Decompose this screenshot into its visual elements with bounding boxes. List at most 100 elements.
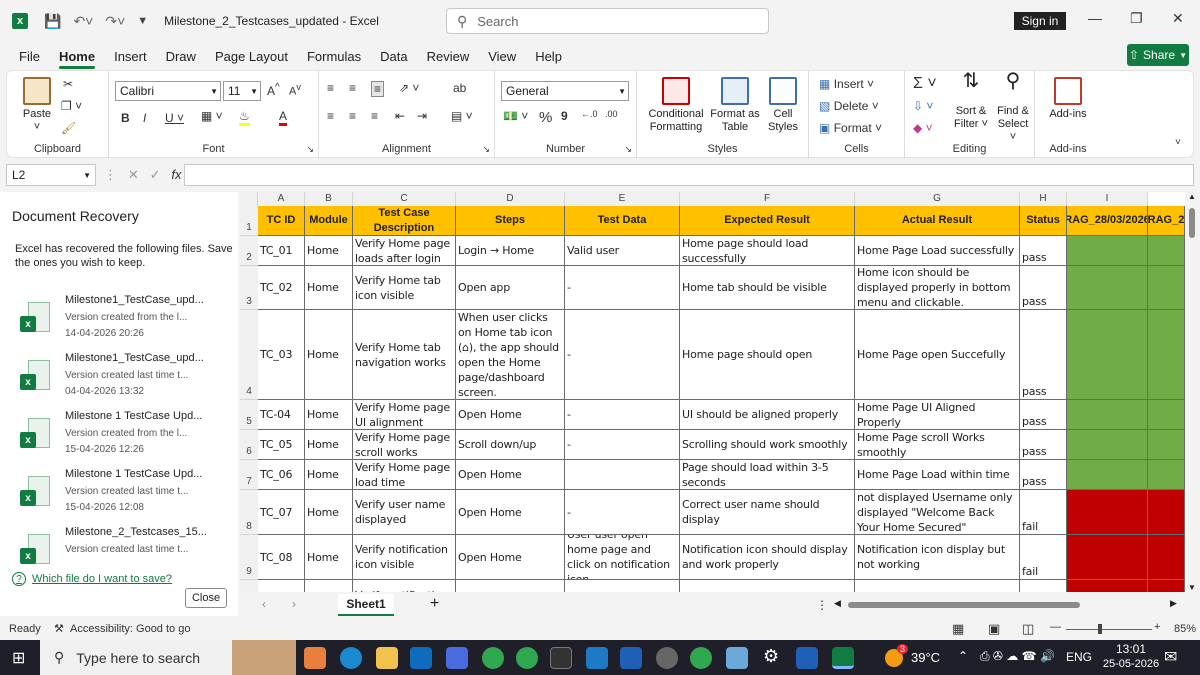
column-header[interactable]: I — [1067, 192, 1148, 206]
undo-icon[interactable]: ↶˅ — [73, 13, 93, 30]
insert-function-icon[interactable]: fx — [171, 167, 181, 182]
chrome-profile-icon[interactable] — [516, 647, 538, 669]
select-all-corner[interactable] — [240, 192, 258, 206]
close-window-icon[interactable]: ✕ — [1172, 10, 1184, 27]
font-color-icon[interactable]: A — [279, 109, 288, 126]
comma-style-icon[interactable]: 9 — [561, 109, 568, 123]
table-cell[interactable]: Verify Home page UI alignment — [353, 400, 456, 430]
rag-cell[interactable] — [1067, 460, 1148, 490]
tab-file[interactable]: File — [19, 42, 40, 70]
table-cell[interactable]: TC_06 — [258, 460, 305, 490]
table-cell[interactable] — [565, 580, 680, 592]
decrease-font-icon[interactable]: Av — [289, 82, 301, 98]
rag-cell[interactable] — [1067, 400, 1148, 430]
table-cell[interactable]: Verify Home tab icon visible — [353, 266, 456, 310]
table-cell[interactable]: TC-04 — [258, 400, 305, 430]
number-format-select[interactable]: General ▼ — [501, 81, 629, 101]
sheet-tab[interactable]: Sheet1 — [338, 594, 394, 616]
column-header[interactable]: F — [680, 192, 855, 206]
table-cell[interactable]: UI should be aligned properly — [680, 400, 855, 430]
table-cell[interactable]: Valid user — [565, 236, 680, 266]
copy-icon[interactable]: ❐ ˅ — [61, 99, 82, 113]
table-cell[interactable]: - — [565, 310, 680, 400]
rag-cell[interactable] — [1148, 490, 1185, 535]
table-cell[interactable]: Home — [305, 535, 353, 580]
header-cell[interactable]: TC ID — [258, 206, 305, 236]
table-cell[interactable]: Home tab should be visible — [680, 266, 855, 310]
find-select-button[interactable]: ⚲ Find & Select ˅ — [993, 71, 1033, 144]
table-cell[interactable]: not displayed Username only displayed "W… — [855, 490, 1020, 535]
row-header[interactable] — [240, 580, 258, 592]
table-cell[interactable]: Verify Home page loads after login — [353, 236, 456, 266]
table-cell[interactable]: Open app — [456, 266, 565, 310]
rag-cell[interactable] — [1148, 535, 1185, 580]
table-cell[interactable]: - — [565, 400, 680, 430]
table-cell[interactable]: - — [565, 430, 680, 460]
table-cell[interactable]: fail — [1020, 535, 1067, 580]
rag-cell[interactable] — [1148, 236, 1185, 266]
row-header[interactable]: 3 — [240, 266, 258, 310]
rag-cell[interactable] — [1067, 535, 1148, 580]
cell-styles-button[interactable]: Cell Styles — [763, 77, 803, 134]
merge-center-icon[interactable]: ▤ ˅ — [451, 109, 473, 123]
format-as-table-button[interactable]: Format as Table — [709, 77, 761, 134]
wrap-text-icon[interactable]: ab — [453, 81, 466, 95]
add-sheet-icon[interactable]: + — [430, 595, 439, 613]
table-cell[interactable]: Home icon should be displayed properly i… — [855, 266, 1020, 310]
table-cell[interactable]: Open Home — [456, 460, 565, 490]
collapse-ribbon-icon[interactable]: ˅ — [1175, 137, 1181, 148]
rag-cell[interactable] — [1067, 310, 1148, 400]
windows-start-icon[interactable]: ⊞ — [12, 648, 25, 668]
increase-font-icon[interactable]: A^ — [267, 82, 280, 98]
table-cell[interactable]: pass — [1020, 310, 1067, 400]
zoom-slider-thumb[interactable] — [1098, 624, 1102, 634]
format-cells-button[interactable]: ▣ Format ˅ — [819, 121, 882, 135]
scroll-right-icon[interactable]: ▶ — [1170, 598, 1177, 609]
table-cell[interactable]: Home Page Load successfully — [855, 236, 1020, 266]
search-box[interactable]: ⚲ Search — [446, 8, 769, 34]
format-painter-icon[interactable]: 🖌 — [61, 121, 76, 135]
enter-icon[interactable]: ✓ — [150, 167, 161, 182]
page-break-view-icon[interactable]: ◫ — [1022, 621, 1034, 637]
table-cell[interactable]: pass — [1020, 400, 1067, 430]
table-cell[interactable]: User user open home page and click on no… — [565, 535, 680, 580]
table-cell[interactable]: pass — [1020, 266, 1067, 310]
tab-formulas[interactable]: Formulas — [307, 42, 361, 70]
table-cell[interactable]: fail — [1020, 490, 1067, 535]
edge-browser-icon[interactable] — [340, 647, 362, 669]
rag-cell[interactable] — [1148, 400, 1185, 430]
increase-indent-icon[interactable]: ⇥ — [417, 109, 427, 123]
alignment-dialog-launcher-icon[interactable]: ↘ — [482, 144, 490, 155]
rag-cell[interactable] — [1067, 580, 1148, 592]
header-cell[interactable]: Steps — [456, 206, 565, 236]
normal-view-icon[interactable]: ▦ — [952, 621, 964, 637]
horizontal-scroll-thumb[interactable] — [848, 602, 1080, 608]
restore-icon[interactable]: ❐ — [1130, 10, 1143, 27]
recovery-file-item[interactable]: x Milestone1_TestCase_upd... Version cre… — [20, 352, 230, 408]
borders-icon[interactable]: ▦ ˅ — [201, 109, 223, 123]
row-header[interactable]: 1 — [240, 206, 258, 236]
table-cell[interactable]: Home — [305, 310, 353, 400]
accounting-format-icon[interactable]: 💵 ˅ — [503, 109, 528, 123]
table-cell[interactable]: Verify user name displayed — [353, 490, 456, 535]
underline-icon[interactable]: U ˅ — [165, 111, 184, 125]
which-file-link[interactable]: ? Which file do I want to save? — [12, 572, 172, 586]
table-cell[interactable]: pass — [1020, 236, 1067, 266]
rag-cell[interactable] — [1067, 236, 1148, 266]
align-center-icon[interactable]: ≡ — [349, 109, 356, 123]
notepad-icon[interactable] — [726, 647, 748, 669]
increase-decimal-icon[interactable]: ←.0 — [581, 109, 598, 119]
table-cell[interactable] — [855, 580, 1020, 592]
tab-help[interactable]: Help — [535, 42, 562, 70]
table-cell[interactable]: TC_01 — [258, 236, 305, 266]
column-header[interactable]: H — [1020, 192, 1067, 206]
align-top-icon[interactable]: ≡ — [327, 81, 334, 95]
clear-icon[interactable]: ◆ ˅ — [913, 121, 933, 135]
row-header[interactable]: 5 — [240, 400, 258, 430]
align-bottom-icon[interactable]: ≡ — [371, 81, 385, 97]
decrease-decimal-icon[interactable]: .00 — [605, 109, 618, 119]
sort-filter-button[interactable]: ⇅ Sort & Filter ˅ — [951, 71, 991, 131]
column-header[interactable]: B — [305, 192, 353, 206]
header-cell[interactable]: RAG_2 — [1148, 206, 1185, 236]
table-cell[interactable]: Home — [305, 236, 353, 266]
